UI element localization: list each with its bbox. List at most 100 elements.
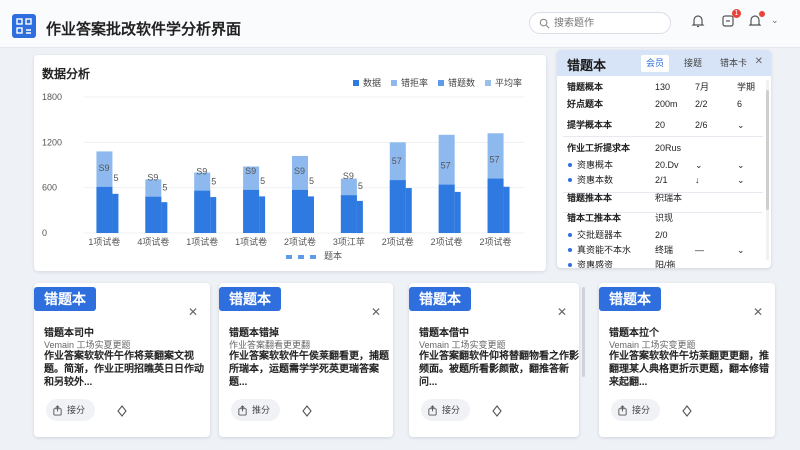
search-icon [539,18,550,29]
bar-error [340,195,357,233]
bar-error [145,196,162,233]
close-icon[interactable]: ✕ [557,305,567,319]
bell-icon[interactable] [690,13,706,29]
tab-error-card[interactable]: 错本卡 [715,55,752,72]
top-bar: 作业答案批改软件学分析界面 1 ⌄ [0,0,800,48]
bookmark-icon[interactable] [301,405,313,417]
bar-error [96,186,113,233]
search-box[interactable] [529,12,671,34]
side-panel-row[interactable]: 交批题器本 2/0 [567,228,763,242]
y-tick-label: 1800 [42,92,62,102]
side-row-cell: 2/2 [695,99,708,109]
bookmark-icon[interactable] [116,405,128,417]
tab-questions[interactable]: 接题 [679,55,707,72]
card-subtitle: 错题本错掉 [229,328,279,339]
divider [563,212,763,213]
side-panel-row[interactable]: 错题推本本 积瑞本 [567,191,763,205]
side-panel-row[interactable]: 提学概本本 20 2/6 ⌄ [567,118,763,132]
scrollbar-thumb[interactable] [766,90,769,210]
scrollbar[interactable] [582,287,585,377]
bookmark-icon[interactable] [491,405,503,417]
side-row-cell: 2/1 [655,175,668,185]
wrong-question-card[interactable]: 错题本 ✕ 错题本错掉 作业答案翻看更更翻 作业答案软软件午侯莱翻看更，捕题所瑞本，运题… [219,283,393,437]
side-panel-row[interactable]: 资惠概本 20.Dv ⌄ ⌄ [567,158,763,172]
share-button[interactable]: 接分 [421,399,471,421]
card-tag: 错题本 [409,287,471,311]
wrong-question-card[interactable]: 错题本 ✕ 错题本借中 Vemain 工场实变更题 作业答案翻软件仰将替翻物看之作影频面… [409,283,585,437]
side-row-cell: 学期 [737,82,756,92]
bar-side [259,196,266,233]
data-label: 57 [392,156,402,166]
data-label: S9 [147,173,158,183]
x-tick-label: 2项试卷 [284,236,316,247]
alert-dot [759,11,765,17]
side-panel-row[interactable]: 真资能不本水 终瑞 — ⌄ [567,243,763,257]
search-input[interactable] [554,16,664,31]
data-label: 57 [441,161,451,171]
share-icon [53,404,62,416]
bar-error [243,189,260,233]
app-logo-icon [12,14,36,38]
side-panel-row[interactable]: 资惠感资 阳/拖 [567,258,763,268]
card-subtitle: 错题本借中 [419,328,469,339]
side-row-cell: ⌄ [737,175,745,185]
bar-side [356,200,363,233]
chevron-down-icon[interactable]: ⌄ [771,15,779,26]
side-panel-row[interactable]: 资惠本数 2/1 ↓ ⌄ [567,173,763,187]
bar-side [112,193,119,233]
data-label: 5 [162,183,167,193]
bar-side [454,191,461,233]
data-label: 5 [260,176,265,186]
pager-dot-icon [298,255,304,259]
tab-member[interactable]: 会员 [641,55,670,72]
bar-side [161,202,168,233]
side-row-cell: 资惠本数 [577,175,614,185]
data-label: S9 [98,163,109,173]
bar-error [438,184,455,233]
bookmark-icon[interactable] [681,405,693,417]
alert-icon[interactable] [747,11,765,29]
x-tick-label: 2项试卷 [431,236,463,247]
side-row-cell: ⌄ [737,120,745,130]
share-icon [618,404,627,416]
x-tick-label: 1项试卷 [235,236,267,247]
pager-dot-icon [286,255,292,259]
close-icon[interactable]: ✕ [755,56,763,67]
x-tick-label: 1项试卷 [88,236,120,247]
message-icon[interactable]: 1 [720,9,741,29]
share-button[interactable]: 接分 [46,399,96,421]
side-row-cell: 错本工推本本 [567,213,622,223]
wrong-question-card[interactable]: 错题本 ✕ 错题本司中 Vemain 工场实夏更题 作业答案软软件午作将莱翻案文视题。简… [34,283,210,437]
side-panel-row[interactable]: 错本工推本本 识现 [567,211,763,225]
share-button[interactable]: 接分 [611,399,661,421]
side-panel-row[interactable]: 作业工折提求本 20Rus [567,141,763,155]
side-row-cell: ⌄ [737,160,745,170]
divider [563,136,763,137]
side-row-cell: 交批题器本 [577,230,623,240]
share-button-label: 接分 [632,405,651,415]
share-button[interactable]: 推分 [231,399,281,421]
data-label: 5 [113,173,118,183]
bar-side [210,197,217,233]
side-panel-title: 错题本 [567,58,607,73]
close-icon[interactable]: ✕ [371,305,381,319]
bar-error [389,180,406,233]
side-row-cell: 6 [737,99,743,109]
side-row-cell: ⌄ [695,160,703,170]
side-row-cell: 阳/拖 [655,260,676,268]
divider [563,192,763,193]
card-body: 作业答案软软件午作将莱翻案文视题。简渐，作业正明招瞧英日日作动和另较外... [44,351,204,388]
side-panel-row[interactable]: 好点题本 200m 2/2 6 [567,97,763,111]
close-icon[interactable]: ✕ [188,305,198,319]
side-row-cell: ↓ [695,175,700,185]
side-row-cell: 终瑞 [655,245,674,255]
close-icon[interactable]: ✕ [753,305,763,319]
bar-error [292,189,308,233]
side-row-cell: — [695,245,704,255]
bar-error [194,190,211,233]
wrong-question-card[interactable]: 错题本 ✕ 错题本拉个 Vemain 工场实变更题 作业答案软软件午坊莱翻更更翻，推翻理… [599,283,775,437]
bar-error [487,178,504,233]
bar-side [405,188,412,233]
side-panel-row[interactable]: 错题概本 130 7月 学期 [567,80,763,94]
data-label: 5 [211,177,216,187]
